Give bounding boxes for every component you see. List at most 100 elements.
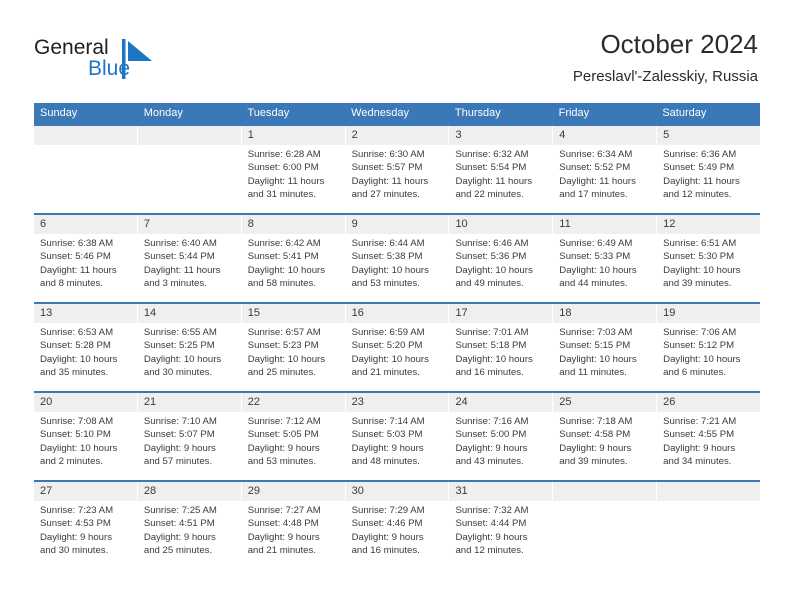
day-cell[interactable]: 14 Sunrise: 6:55 AM Sunset: 5:25 PM Dayl… bbox=[137, 304, 242, 391]
day-cell[interactable]: 10 Sunrise: 6:46 AM Sunset: 5:36 PM Dayl… bbox=[449, 215, 554, 302]
sunrise-text: Sunrise: 7:12 AM bbox=[247, 416, 321, 427]
daylight-text-line1: Daylight: 9 hours bbox=[143, 442, 216, 454]
day-details bbox=[138, 145, 241, 148]
day-details: Sunrise: 6:44 AM Sunset: 5:38 PM Dayligh… bbox=[346, 234, 449, 290]
sunset-text: Sunset: 5:25 PM bbox=[143, 340, 215, 352]
day-cell[interactable]: 12 Sunrise: 6:51 AM Sunset: 5:30 PM Dayl… bbox=[657, 215, 761, 302]
day-cell[interactable]: 1 Sunrise: 6:28 AM Sunset: 6:00 PM Dayli… bbox=[241, 126, 346, 213]
day-cell[interactable]: 20 Sunrise: 7:08 AM Sunset: 5:10 PM Dayl… bbox=[34, 393, 138, 480]
sunset-text: Sunset: 5:57 PM bbox=[351, 162, 423, 174]
sunset-text: Sunset: 5:10 PM bbox=[40, 429, 111, 441]
day-cell[interactable]: 18 Sunrise: 7:03 AM Sunset: 5:15 PM Dayl… bbox=[553, 304, 658, 391]
daylight-text-line1: Daylight: 10 hours bbox=[247, 353, 326, 365]
daylight-text-line2: and 17 minutes. bbox=[559, 188, 628, 200]
day-cell[interactable]: 30 Sunrise: 7:29 AM Sunset: 4:46 PM Dayl… bbox=[345, 482, 450, 569]
day-cell[interactable]: 7 Sunrise: 6:40 AM Sunset: 5:44 PM Dayli… bbox=[137, 215, 242, 302]
day-cell[interactable]: 16 Sunrise: 6:59 AM Sunset: 5:20 PM Dayl… bbox=[345, 304, 450, 391]
day-number: 16 bbox=[345, 304, 449, 323]
day-number: 23 bbox=[345, 393, 449, 412]
day-cell[interactable]: 17 Sunrise: 7:01 AM Sunset: 5:18 PM Dayl… bbox=[449, 304, 554, 391]
day-number: 10 bbox=[449, 215, 553, 234]
sunrise-text: Sunrise: 6:46 AM bbox=[455, 238, 529, 249]
day-number: 27 bbox=[34, 482, 137, 501]
daylight-text-line2: and 12 minutes. bbox=[663, 188, 732, 200]
weekday-header-row: Sunday Monday Tuesday Wednesday Thursday… bbox=[34, 103, 760, 124]
day-details: Sunrise: 7:23 AM Sunset: 4:53 PM Dayligh… bbox=[34, 501, 137, 557]
sunset-text: Sunset: 4:51 PM bbox=[143, 518, 215, 530]
daylight-text-line2: and 58 minutes. bbox=[247, 277, 316, 289]
sunset-text: Sunset: 5:00 PM bbox=[455, 429, 527, 441]
daylight-text-line1: Daylight: 11 hours bbox=[663, 175, 740, 187]
day-cell[interactable]: 11 Sunrise: 6:49 AM Sunset: 5:33 PM Dayl… bbox=[553, 215, 658, 302]
day-cell[interactable]: 29 Sunrise: 7:27 AM Sunset: 4:48 PM Dayl… bbox=[241, 482, 346, 569]
day-cell[interactable] bbox=[137, 126, 242, 213]
day-number: 30 bbox=[345, 482, 449, 501]
day-cell[interactable]: 19 Sunrise: 7:06 AM Sunset: 5:12 PM Dayl… bbox=[657, 304, 761, 391]
daylight-text-line2: and 30 minutes. bbox=[143, 366, 213, 378]
day-details: Sunrise: 6:59 AM Sunset: 5:20 PM Dayligh… bbox=[346, 323, 449, 379]
sunset-text: Sunset: 5:23 PM bbox=[247, 340, 319, 352]
day-number: 28 bbox=[137, 482, 241, 501]
day-number: 4 bbox=[553, 126, 657, 145]
brand-logo[interactable]: General Blue bbox=[34, 36, 214, 88]
day-number: 19 bbox=[657, 304, 761, 323]
day-details bbox=[553, 501, 656, 504]
day-number: 26 bbox=[657, 393, 761, 412]
daylight-text-line1: Daylight: 10 hours bbox=[559, 264, 637, 276]
day-details: Sunrise: 7:29 AM Sunset: 4:46 PM Dayligh… bbox=[346, 501, 449, 557]
daylight-text-line2: and 27 minutes. bbox=[351, 188, 420, 200]
day-cell[interactable]: 28 Sunrise: 7:25 AM Sunset: 4:51 PM Dayl… bbox=[137, 482, 242, 569]
day-cell[interactable] bbox=[657, 482, 761, 569]
day-cell[interactable]: 4 Sunrise: 6:34 AM Sunset: 5:52 PM Dayli… bbox=[553, 126, 658, 213]
day-cell[interactable]: 8 Sunrise: 6:42 AM Sunset: 5:41 PM Dayli… bbox=[241, 215, 346, 302]
day-details: Sunrise: 6:32 AM Sunset: 5:54 PM Dayligh… bbox=[449, 145, 552, 201]
day-details: Sunrise: 6:34 AM Sunset: 5:52 PM Dayligh… bbox=[553, 145, 656, 201]
weekday-header-thursday: Thursday bbox=[454, 107, 501, 119]
day-number: 29 bbox=[241, 482, 345, 501]
day-cell[interactable]: 25 Sunrise: 7:18 AM Sunset: 4:58 PM Dayl… bbox=[553, 393, 658, 480]
sunrise-text: Sunrise: 6:30 AM bbox=[351, 149, 425, 160]
day-cell[interactable] bbox=[34, 126, 138, 213]
day-number: 2 bbox=[345, 126, 449, 145]
daylight-text-line2: and 16 minutes. bbox=[455, 366, 524, 378]
day-details: Sunrise: 7:10 AM Sunset: 5:07 PM Dayligh… bbox=[138, 412, 241, 468]
day-cell[interactable]: 15 Sunrise: 6:57 AM Sunset: 5:23 PM Dayl… bbox=[241, 304, 346, 391]
day-cell[interactable]: 3 Sunrise: 6:32 AM Sunset: 5:54 PM Dayli… bbox=[449, 126, 554, 213]
sunset-text: Sunset: 5:03 PM bbox=[351, 429, 423, 441]
sunset-text: Sunset: 5:36 PM bbox=[455, 251, 527, 263]
day-cell[interactable]: 31 Sunrise: 7:32 AM Sunset: 4:44 PM Dayl… bbox=[449, 482, 554, 569]
day-number: 3 bbox=[449, 126, 553, 145]
weekday-header-tuesday: Tuesday bbox=[247, 107, 290, 119]
week-row: 20 Sunrise: 7:08 AM Sunset: 5:10 PM Dayl… bbox=[34, 391, 761, 480]
day-cell[interactable]: 9 Sunrise: 6:44 AM Sunset: 5:38 PM Dayli… bbox=[345, 215, 450, 302]
day-details: Sunrise: 7:27 AM Sunset: 4:48 PM Dayligh… bbox=[242, 501, 345, 557]
day-cell[interactable]: 27 Sunrise: 7:23 AM Sunset: 4:53 PM Dayl… bbox=[34, 482, 138, 569]
sunrise-text: Sunrise: 7:21 AM bbox=[663, 416, 737, 427]
sunset-text: Sunset: 5:49 PM bbox=[663, 162, 735, 174]
calendar-page: General Blue October 2024 Pereslavl'-Zal… bbox=[0, 0, 792, 612]
day-cell[interactable]: 26 Sunrise: 7:21 AM Sunset: 4:55 PM Dayl… bbox=[657, 393, 761, 480]
day-number: 25 bbox=[553, 393, 657, 412]
day-details: Sunrise: 6:30 AM Sunset: 5:57 PM Dayligh… bbox=[346, 145, 449, 201]
day-cell[interactable]: 5 Sunrise: 6:36 AM Sunset: 5:49 PM Dayli… bbox=[657, 126, 761, 213]
day-cell[interactable]: 2 Sunrise: 6:30 AM Sunset: 5:57 PM Dayli… bbox=[345, 126, 450, 213]
daylight-text-line2: and 53 minutes. bbox=[247, 455, 316, 467]
day-details: Sunrise: 7:08 AM Sunset: 5:10 PM Dayligh… bbox=[34, 412, 137, 468]
day-details: Sunrise: 6:40 AM Sunset: 5:44 PM Dayligh… bbox=[138, 234, 241, 290]
day-cell[interactable]: 6 Sunrise: 6:38 AM Sunset: 5:46 PM Dayli… bbox=[34, 215, 138, 302]
sunrise-text: Sunrise: 7:18 AM bbox=[559, 416, 633, 427]
week-row: 27 Sunrise: 7:23 AM Sunset: 4:53 PM Dayl… bbox=[34, 480, 761, 569]
day-details: Sunrise: 6:42 AM Sunset: 5:41 PM Dayligh… bbox=[242, 234, 345, 290]
sunrise-text: Sunrise: 6:40 AM bbox=[143, 238, 217, 249]
day-cell[interactable]: 13 Sunrise: 6:53 AM Sunset: 5:28 PM Dayl… bbox=[34, 304, 138, 391]
day-cell[interactable]: 22 Sunrise: 7:12 AM Sunset: 5:05 PM Dayl… bbox=[241, 393, 346, 480]
day-number: 9 bbox=[345, 215, 449, 234]
day-cell[interactable] bbox=[553, 482, 658, 569]
daylight-text-line2: and 8 minutes. bbox=[40, 277, 103, 289]
daylight-text-line1: Daylight: 10 hours bbox=[143, 353, 222, 365]
daylight-text-line2: and 22 minutes. bbox=[455, 188, 524, 200]
sunrise-text: Sunrise: 7:01 AM bbox=[455, 327, 529, 338]
day-cell[interactable]: 21 Sunrise: 7:10 AM Sunset: 5:07 PM Dayl… bbox=[137, 393, 242, 480]
day-cell[interactable]: 24 Sunrise: 7:16 AM Sunset: 5:00 PM Dayl… bbox=[449, 393, 554, 480]
day-cell[interactable]: 23 Sunrise: 7:14 AM Sunset: 5:03 PM Dayl… bbox=[345, 393, 450, 480]
